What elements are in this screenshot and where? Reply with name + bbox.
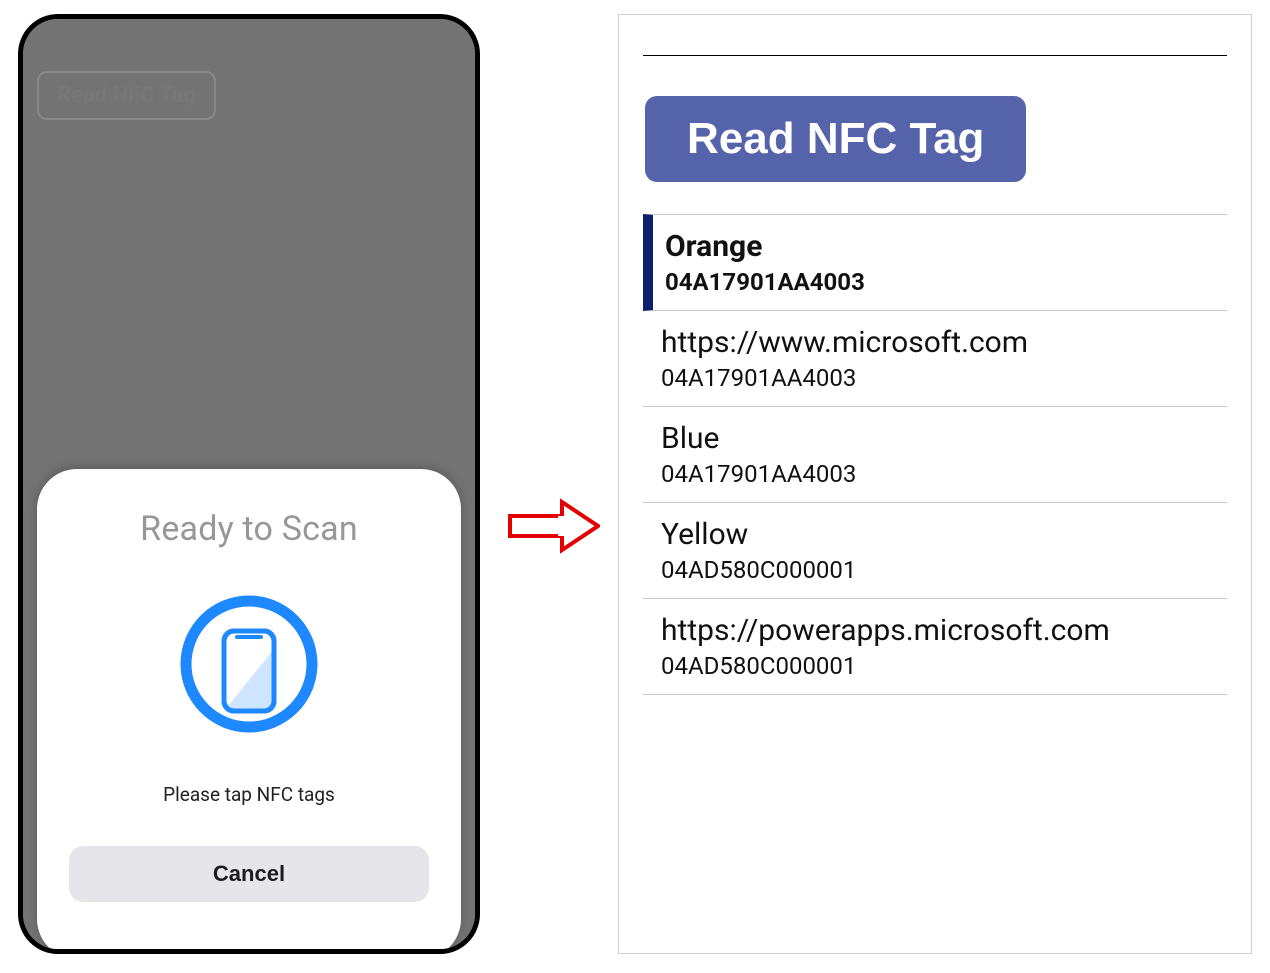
read-nfc-button-small[interactable]: Read NFC Tag (37, 71, 216, 120)
divider (643, 55, 1227, 56)
list-item-tag: 04A17901AA4003 (661, 364, 1227, 392)
list-item-tag: 04AD580C000001 (661, 556, 1227, 584)
list-item-tag: 04A17901AA4003 (661, 460, 1227, 488)
list-item-title: https://www.microsoft.com (661, 325, 1227, 360)
phone-frame: Read NFC Tag Ready to Scan Please t (18, 14, 480, 954)
list-item-title: Orange (665, 229, 1227, 264)
nfc-scan-icon (174, 589, 324, 743)
list-item[interactable]: Blue 04A17901AA4003 (643, 407, 1227, 503)
sheet-title: Ready to Scan (57, 509, 441, 549)
list-item[interactable]: https://www.microsoft.com 04A17901AA4003 (643, 311, 1227, 407)
list-item-title: https://powerapps.microsoft.com (661, 613, 1227, 648)
list-item-title: Yellow (661, 517, 1227, 552)
list-item-tag: 04A17901AA4003 (665, 268, 1227, 296)
list-item[interactable]: Orange 04A17901AA4003 (643, 214, 1227, 311)
list-item-title: Blue (661, 421, 1227, 456)
arrow-icon (508, 498, 600, 558)
sheet-subtitle: Please tap NFC tags (57, 783, 441, 806)
nfc-scan-sheet: Ready to Scan Please tap NFC tags Cancel (37, 469, 461, 949)
cancel-button[interactable]: Cancel (69, 846, 429, 902)
result-panel: Read NFC Tag Orange 04A17901AA4003 https… (618, 14, 1252, 954)
list-item[interactable]: Yellow 04AD580C000001 (643, 503, 1227, 599)
read-nfc-button[interactable]: Read NFC Tag (645, 96, 1026, 182)
list-item-tag: 04AD580C000001 (661, 652, 1227, 680)
tag-list: Orange 04A17901AA4003 https://www.micros… (643, 214, 1227, 695)
list-item[interactable]: https://powerapps.microsoft.com 04AD580C… (643, 599, 1227, 695)
phone-screen: Read NFC Tag Ready to Scan Please t (23, 19, 475, 949)
